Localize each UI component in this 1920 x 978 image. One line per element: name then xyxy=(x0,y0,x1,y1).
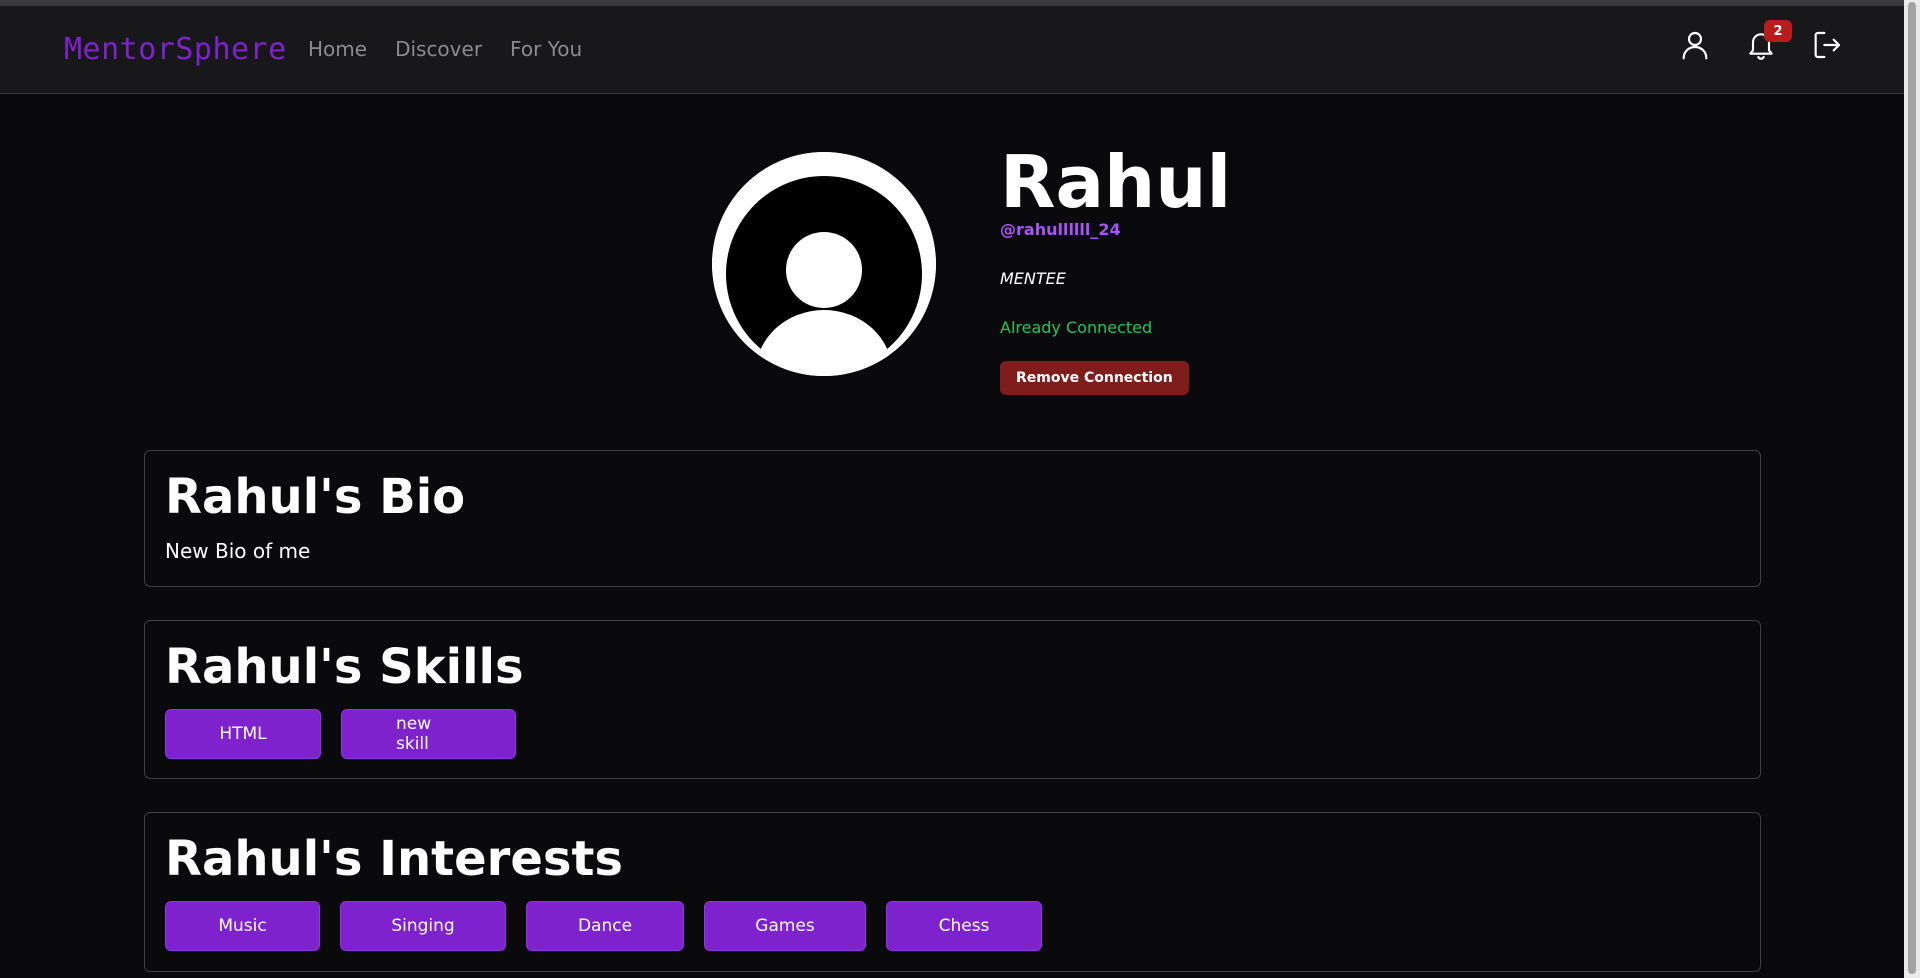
interests-card: Rahul's Interests Music Singing Dance Ga… xyxy=(144,812,1761,972)
page-scrollbar[interactable] xyxy=(1904,0,1920,978)
notification-badge: 2 xyxy=(1764,20,1792,42)
profile-name: Rahul xyxy=(1000,140,1232,224)
nav-links: Home Discover For You xyxy=(308,37,582,61)
nav-icons: 2 xyxy=(1678,20,1844,62)
nav-link-for-you[interactable]: For You xyxy=(510,37,582,61)
bio-text: New Bio of me xyxy=(165,539,311,563)
skill-tag-new-skill[interactable]: new skill xyxy=(341,709,516,759)
connection-status: Already Connected xyxy=(1000,318,1153,337)
brand-logo[interactable]: MentorSphere xyxy=(64,32,287,67)
skills-card: Rahul's Skills HTML new skill xyxy=(144,620,1761,779)
bio-title: Rahul's Bio xyxy=(165,469,466,525)
logout-button[interactable] xyxy=(1810,28,1844,62)
bio-card: Rahul's Bio New Bio of me xyxy=(144,450,1761,587)
profile-role: MENTEE xyxy=(1000,269,1066,288)
skills-list: HTML new skill xyxy=(165,709,1740,759)
skill-tag-html[interactable]: HTML xyxy=(165,709,321,759)
avatar xyxy=(712,152,936,376)
interest-tag-singing[interactable]: Singing xyxy=(340,901,506,951)
remove-connection-button[interactable]: Remove Connection xyxy=(1000,361,1189,395)
navbar: MentorSphere Home Discover For You 2 xyxy=(0,6,1904,94)
default-avatar-icon xyxy=(712,152,936,376)
interest-tag-dance[interactable]: Dance xyxy=(526,901,684,951)
skills-title: Rahul's Skills xyxy=(165,639,524,695)
interest-tag-chess[interactable]: Chess xyxy=(886,901,1042,951)
interest-tag-games[interactable]: Games xyxy=(704,901,866,951)
profile-info: Rahul @rahullllll_24 MENTEE Already Conn… xyxy=(1000,140,1400,395)
notifications-button[interactable]: 2 xyxy=(1744,20,1792,62)
nav-link-home[interactable]: Home xyxy=(308,37,367,61)
interest-tag-music[interactable]: Music xyxy=(165,901,320,951)
profile-button[interactable] xyxy=(1678,28,1712,62)
scrollbar-thumb[interactable] xyxy=(1908,2,1916,974)
interests-list: Music Singing Dance Games Chess xyxy=(165,901,1740,951)
interests-title: Rahul's Interests xyxy=(165,831,623,887)
user-icon xyxy=(1682,31,1708,60)
logout-icon xyxy=(1814,31,1841,59)
nav-link-discover[interactable]: Discover xyxy=(395,37,482,61)
